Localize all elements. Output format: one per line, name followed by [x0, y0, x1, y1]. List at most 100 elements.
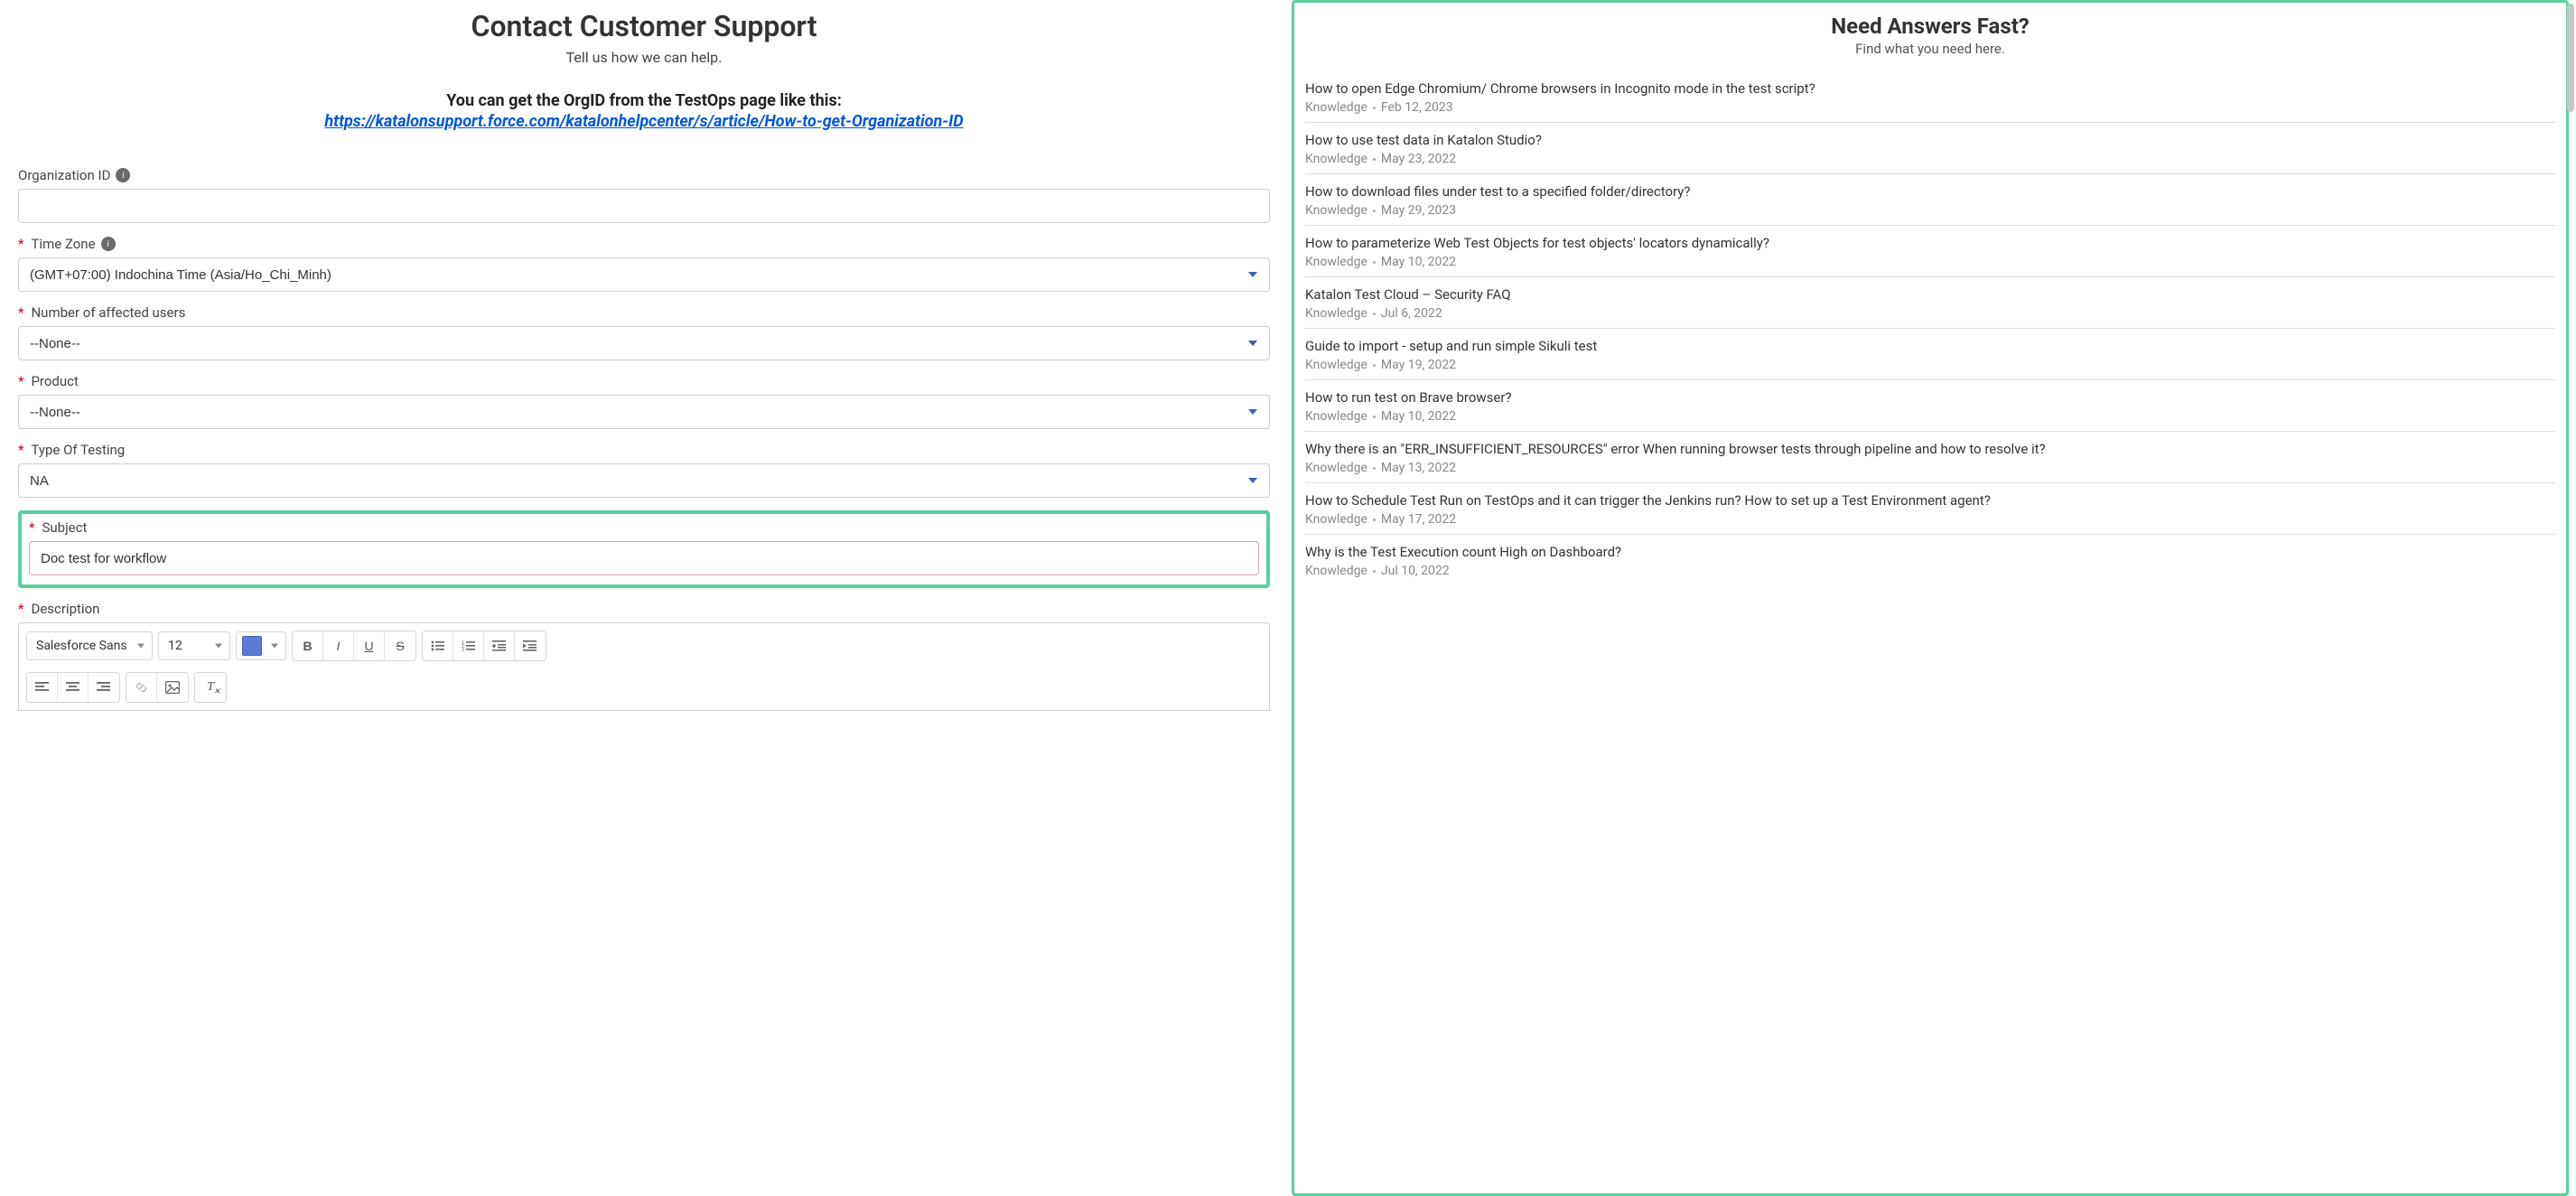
article-meta: KnowledgeMay 29, 2023 — [1305, 203, 2555, 218]
article-category: Knowledge — [1305, 203, 1367, 218]
align-left-icon — [35, 681, 50, 694]
font-size-value: 12 — [168, 639, 182, 653]
article-item[interactable]: How to run test on Brave browser? Knowled… — [1305, 380, 2555, 432]
color-swatch — [242, 636, 262, 656]
answers-subtitle: Find what you need here. — [1294, 41, 2566, 57]
separator-dot-icon — [1373, 210, 1376, 212]
align-center-icon — [66, 681, 80, 694]
subject-input[interactable] — [29, 541, 1259, 575]
outdent-button[interactable] — [484, 631, 515, 660]
article-meta: Knowledge May 23, 2022 — [1305, 152, 2555, 166]
affected-users-label: Number of affected users — [31, 304, 185, 321]
article-item[interactable]: How to open Edge Chromium/ Chrome browse… — [1305, 71, 2555, 123]
article-title[interactable]: Why is the Test Execution count High on … — [1305, 544, 2555, 560]
timezone-label: Time Zone — [31, 236, 95, 252]
bullet-list-button[interactable] — [423, 631, 453, 660]
required-indicator: * — [18, 373, 23, 389]
article-item[interactable]: How to use test data in Katalon Studio? K… — [1305, 123, 2555, 174]
info-icon[interactable]: i — [101, 237, 116, 251]
article-item[interactable]: How to Schedule Test Run on TestOps and … — [1305, 483, 2555, 535]
align-right-icon — [97, 681, 111, 694]
strikethrough-button[interactable]: S — [385, 631, 415, 660]
article-date: Jul 10, 2022 — [1381, 564, 1450, 578]
numbered-list-button[interactable]: 123 — [453, 631, 484, 660]
product-select[interactable]: --None-- — [18, 395, 1270, 429]
subject-highlight-box: * Subject — [18, 510, 1270, 588]
article-title[interactable]: Katalon Test Cloud – Security FAQ — [1305, 286, 2555, 303]
article-title[interactable]: How to download files under test to a sp… — [1305, 183, 2555, 200]
font-family-select[interactable]: Salesforce Sans — [26, 631, 153, 660]
indent-button[interactable] — [515, 631, 546, 660]
article-meta: KnowledgeFeb 12, 2023 — [1305, 100, 2555, 115]
article-meta: Knowledge May 19, 2022 — [1305, 358, 2555, 372]
insert-image-button[interactable] — [157, 673, 188, 702]
svg-text:3: 3 — [462, 648, 464, 652]
article-meta: Knowledge Jul 6, 2022 — [1305, 306, 2555, 321]
numbered-list-icon: 123 — [462, 640, 476, 652]
subject-label: Subject — [42, 519, 87, 536]
separator-dot-icon — [1373, 519, 1376, 521]
align-left-button[interactable] — [27, 673, 58, 702]
align-center-button[interactable] — [58, 673, 89, 702]
article-category: Knowledge — [1305, 255, 1367, 269]
separator-dot-icon — [1373, 364, 1376, 367]
article-date: May 10, 2022 — [1381, 409, 1456, 424]
orgid-help-text: You can get the OrgID from the TestOps p… — [18, 91, 1270, 110]
required-indicator: * — [29, 519, 34, 536]
article-date: May 17, 2022 — [1381, 512, 1456, 527]
timezone-select[interactable]: (GMT+07:00) Indochina Time (Asia/Ho_Chi_… — [18, 257, 1270, 292]
article-date: May 13, 2022 — [1381, 461, 1456, 475]
separator-dot-icon — [1373, 261, 1376, 264]
product-label: Product — [31, 373, 78, 389]
article-category: Knowledge — [1305, 512, 1367, 527]
article-category: Knowledge — [1305, 100, 1367, 115]
page-title: Contact Customer Support — [18, 9, 1270, 43]
underline-button[interactable]: U — [354, 631, 385, 660]
article-title[interactable]: How to open Edge Chromium/ Chrome browse… — [1305, 80, 2555, 97]
align-right-button[interactable] — [89, 673, 119, 702]
article-category: Knowledge — [1305, 152, 1367, 166]
article-title[interactable]: Guide to import - setup and run simple S… — [1305, 338, 2555, 354]
article-category: Knowledge — [1305, 358, 1367, 372]
chevron-down-icon — [271, 644, 278, 649]
bold-button[interactable]: B — [293, 631, 323, 660]
type-of-testing-select[interactable]: NA — [18, 463, 1270, 498]
info-icon[interactable]: i — [116, 168, 130, 182]
separator-dot-icon — [1373, 570, 1376, 573]
chevron-down-icon — [215, 644, 222, 649]
italic-button[interactable]: I — [323, 631, 354, 660]
article-date: May 19, 2022 — [1381, 358, 1456, 372]
article-category: Knowledge — [1305, 461, 1367, 475]
separator-dot-icon — [1373, 313, 1376, 315]
article-category: Knowledge — [1305, 306, 1367, 321]
article-title[interactable]: Why there is an "ERR_INSUFFICIENT_RESOUR… — [1305, 441, 2555, 457]
article-item[interactable]: Katalon Test Cloud – Security FAQ Knowled… — [1305, 277, 2555, 329]
separator-dot-icon — [1373, 416, 1376, 418]
article-title[interactable]: How to Schedule Test Run on TestOps and … — [1305, 492, 2555, 509]
affected-users-select[interactable]: --None-- — [18, 326, 1270, 360]
article-item[interactable]: Why is the Test Execution count High on … — [1305, 535, 2555, 585]
orgid-help-link[interactable]: https://katalonsupport.force.com/katalon… — [18, 112, 1270, 131]
article-meta: KnowledgeMay 10, 2022 — [1305, 255, 2555, 269]
article-item[interactable]: How to parameterize Web Test Objects for… — [1305, 226, 2555, 277]
scrollbar[interactable] — [2567, 4, 2574, 112]
article-item[interactable]: How to download files under test to a sp… — [1305, 174, 2555, 226]
clear-format-button[interactable]: T✕ — [195, 673, 226, 702]
article-item[interactable]: Guide to import - setup and run simple S… — [1305, 329, 2555, 380]
article-category: Knowledge — [1305, 564, 1367, 578]
font-size-select[interactable]: 12 — [158, 631, 230, 660]
text-color-picker[interactable] — [236, 631, 286, 660]
outdent-icon — [492, 640, 507, 652]
article-title[interactable]: How to parameterize Web Test Objects for… — [1305, 235, 2555, 251]
article-meta: KnowledgeMay 10, 2022 — [1305, 409, 2555, 424]
article-meta: Knowledge May 13, 2022 — [1305, 461, 2555, 475]
article-title[interactable]: How to run test on Brave browser? — [1305, 389, 2555, 406]
article-date: Jul 6, 2022 — [1381, 306, 1442, 321]
article-date: May 23, 2022 — [1381, 152, 1456, 166]
org-id-input[interactable] — [18, 189, 1270, 223]
answers-title: Need Answers Fast? — [1294, 14, 2566, 39]
article-title[interactable]: How to use test data in Katalon Studio? — [1305, 132, 2555, 148]
insert-link-button[interactable] — [126, 673, 157, 702]
article-item[interactable]: Why there is an "ERR_INSUFFICIENT_RESOUR… — [1305, 432, 2555, 483]
separator-dot-icon — [1373, 107, 1376, 109]
